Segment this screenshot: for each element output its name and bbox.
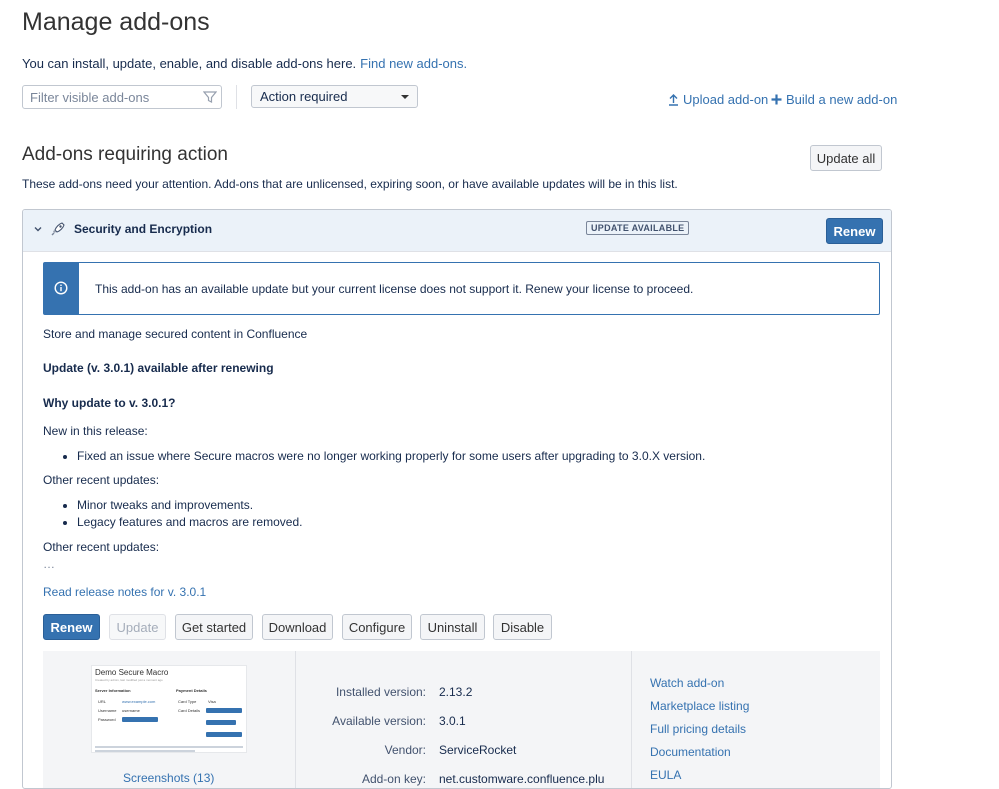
screenshot-text-line (95, 746, 243, 748)
column-divider (631, 651, 632, 788)
documentation-link[interactable]: Documentation (650, 745, 731, 759)
toolbar-divider (236, 85, 237, 109)
list-item: Legacy features and macros are removed. (77, 514, 302, 531)
rocket-icon (51, 222, 65, 236)
get-started-button[interactable]: Get started (175, 614, 253, 640)
screenshot-mini-button (206, 708, 242, 713)
screenshot-mini-button (206, 720, 236, 725)
info-icon (54, 281, 68, 295)
watch-addon-link[interactable]: Watch add-on (650, 676, 724, 690)
caret-down-icon (401, 95, 409, 99)
screenshot-title: Demo Secure Macro (95, 668, 169, 677)
screenshots-link[interactable]: Screenshots (13) (123, 771, 214, 785)
build-addon-label: Build a new add-on (786, 92, 898, 107)
build-addon-link[interactable]: Build a new add-on (771, 92, 897, 107)
upload-addon-label: Upload add-on (683, 92, 769, 107)
addon-panel: Security and Encryption UPDATE AVAILABLE… (22, 209, 892, 789)
screenshot-card-type: Card Type (178, 699, 197, 704)
configure-button[interactable]: Configure (342, 614, 412, 640)
info-stripe (44, 263, 79, 314)
update-heading: Update (v. 3.0.1) available after renewi… (43, 361, 274, 375)
addon-name[interactable]: Security and Encryption (74, 222, 212, 236)
marketplace-listing-link[interactable]: Marketplace listing (650, 699, 749, 713)
screenshot-row-url: URL (98, 699, 107, 704)
screenshot-card-details: Card Details (178, 708, 201, 713)
filter-funnel-icon (203, 91, 217, 103)
screenshot-text-line (95, 750, 195, 752)
installed-version-value: 2.13.2 (439, 685, 473, 699)
screenshot-row-url-value: www.example.com (122, 699, 156, 704)
plus-icon (771, 94, 782, 105)
upload-arrow-icon (669, 93, 678, 106)
update-all-button[interactable]: Update all (810, 145, 882, 171)
renew-button[interactable]: Renew (43, 614, 100, 640)
disable-button[interactable]: Disable (493, 614, 552, 640)
page-title: Manage add-ons (22, 8, 210, 36)
new-in-release-label: New in this release: (43, 424, 148, 438)
other-updates-label: Other recent updates: (43, 473, 160, 487)
available-version-label: Available version: (332, 714, 426, 728)
update-button[interactable]: Update (109, 614, 166, 640)
screenshot-card-type-value: Visa (208, 699, 216, 704)
screenshot-row-username-value: username (122, 708, 140, 713)
vendor-value: ServiceRocket (439, 743, 517, 757)
chevron-down-icon[interactable] (34, 225, 42, 233)
pricing-details-link[interactable]: Full pricing details (650, 722, 746, 736)
screenshot-mini-button (122, 717, 158, 722)
vendor-label: Vendor: (384, 743, 426, 757)
header-renew-button[interactable]: Renew (826, 218, 883, 244)
download-button[interactable]: Download (262, 614, 333, 640)
screenshot-server-info: Server Information (95, 688, 131, 693)
eula-link[interactable]: EULA (650, 768, 681, 782)
screenshot-row-username: Username (98, 708, 117, 713)
addon-key-value: net.customware.confluence.plu (439, 772, 605, 786)
addon-filter-select[interactable]: Action required (251, 85, 418, 108)
addon-filter-select-value: Action required (260, 89, 348, 104)
info-message-text: This add-on has an available update but … (95, 282, 694, 296)
installed-version-label: Installed version: (335, 685, 426, 699)
ellipsis-text: … (43, 557, 55, 571)
section-title: Add-ons requiring action (22, 144, 228, 165)
intro-text: You can install, update, enable, and dis… (22, 56, 357, 71)
available-version-value: 3.0.1 (439, 714, 466, 728)
screenshot-subtitle: Created by admin, last modified just a m… (95, 678, 163, 682)
list-item: Fixed an issue where Secure macros were … (77, 448, 705, 465)
addon-header[interactable]: Security and Encryption UPDATE AVAILABLE… (23, 210, 891, 252)
addon-details: Demo Secure Macro Created by admin, last… (43, 651, 880, 788)
screenshot-mini-button (206, 732, 242, 737)
release-notes-link[interactable]: Read release notes for v. 3.0.1 (43, 585, 206, 599)
other-updates-list: Minor tweaks and improvements. Legacy fe… (43, 497, 302, 531)
addon-summary: Store and manage secured content in Conf… (43, 327, 308, 341)
new-in-release-list: Fixed an issue where Secure macros were … (43, 448, 705, 465)
addon-key-label: Add-on key: (361, 772, 426, 786)
screenshot-thumbnail[interactable]: Demo Secure Macro Created by admin, last… (91, 665, 247, 753)
uninstall-button[interactable]: Uninstall (420, 614, 485, 640)
other-updates-label-2: Other recent updates: (43, 540, 160, 554)
find-new-addons-link[interactable]: Find new add-ons. (360, 56, 467, 71)
screenshot-payment-details: Payment Details (176, 688, 207, 693)
screenshot-row-password: Password (98, 717, 116, 722)
intro-text-row: You can install, update, enable, and dis… (22, 56, 467, 71)
filter-input[interactable] (23, 89, 200, 105)
list-item: Minor tweaks and improvements. (77, 497, 302, 514)
filter-field[interactable] (22, 85, 222, 109)
why-update-heading: Why update to v. 3.0.1? (43, 396, 176, 410)
info-message: This add-on has an available update but … (43, 262, 880, 315)
section-description: These add-ons need your attention. Add-o… (22, 177, 678, 191)
upload-addon-link[interactable]: Upload add-on (668, 92, 768, 107)
status-badge: UPDATE AVAILABLE (586, 221, 690, 235)
